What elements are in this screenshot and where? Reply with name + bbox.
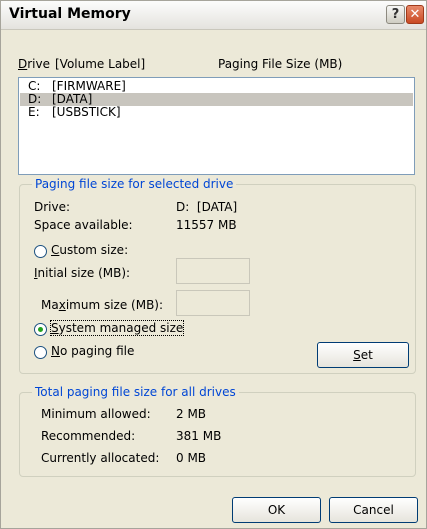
space-available-value: 11557 MB [176, 218, 237, 232]
system-managed-label[interactable]: System managed size [49, 320, 185, 336]
drive-column-header: Drive [18, 57, 51, 71]
system-managed-radio[interactable] [34, 323, 47, 336]
totals-group-legend: Total paging file size for all drives [32, 385, 239, 399]
drive-label: Drive: [34, 200, 71, 214]
selected-drive-group-legend: Paging file size for selected drive [32, 177, 237, 191]
radio-selected-dot [38, 327, 43, 332]
drive-list[interactable]: C: [FIRMWARE] D: [DATA] E: [USBSTICK] [18, 77, 415, 175]
custom-size-label[interactable]: Custom size: [51, 243, 128, 257]
help-button[interactable]: ? [386, 5, 405, 24]
initial-size-label: Initial size (MB): [34, 266, 131, 280]
ok-button[interactable]: OK [232, 497, 321, 523]
help-icon: ? [391, 7, 400, 22]
no-paging-label[interactable]: No paging file [51, 344, 134, 358]
drive-row-e[interactable]: E: [USBSTICK] [20, 106, 413, 119]
recommended-value: 381 MB [176, 429, 222, 443]
set-button[interactable]: Set [317, 342, 409, 368]
cancel-button[interactable]: Cancel [329, 497, 418, 523]
custom-size-radio[interactable] [34, 245, 47, 258]
currently-allocated-value: 0 MB [176, 451, 207, 465]
drive-value: D: [DATA] [176, 200, 238, 214]
minimum-allowed-value: 2 MB [176, 407, 207, 421]
currently-allocated-label: Currently allocated: [41, 451, 160, 465]
space-available-label: Space available: [34, 218, 133, 232]
minimum-allowed-label: Minimum allowed: [41, 407, 151, 421]
title-bar: Virtual Memory ? ✕ [1, 1, 426, 30]
close-icon: ✕ [409, 7, 421, 22]
no-paging-radio[interactable] [34, 346, 47, 359]
volume-label-column-header: [Volume Label] [55, 57, 146, 71]
maximum-size-label: Maximum size (MB): [41, 298, 164, 312]
close-button[interactable]: ✕ [406, 5, 424, 24]
initial-size-input[interactable] [176, 258, 250, 284]
maximum-size-input[interactable] [176, 290, 250, 316]
virtual-memory-dialog: Virtual Memory ? ✕ Drive [Volume Label] … [0, 0, 427, 529]
window-title: Virtual Memory [9, 6, 131, 22]
recommended-label: Recommended: [41, 429, 136, 443]
paging-size-column-header: Paging File Size (MB) [218, 57, 343, 71]
